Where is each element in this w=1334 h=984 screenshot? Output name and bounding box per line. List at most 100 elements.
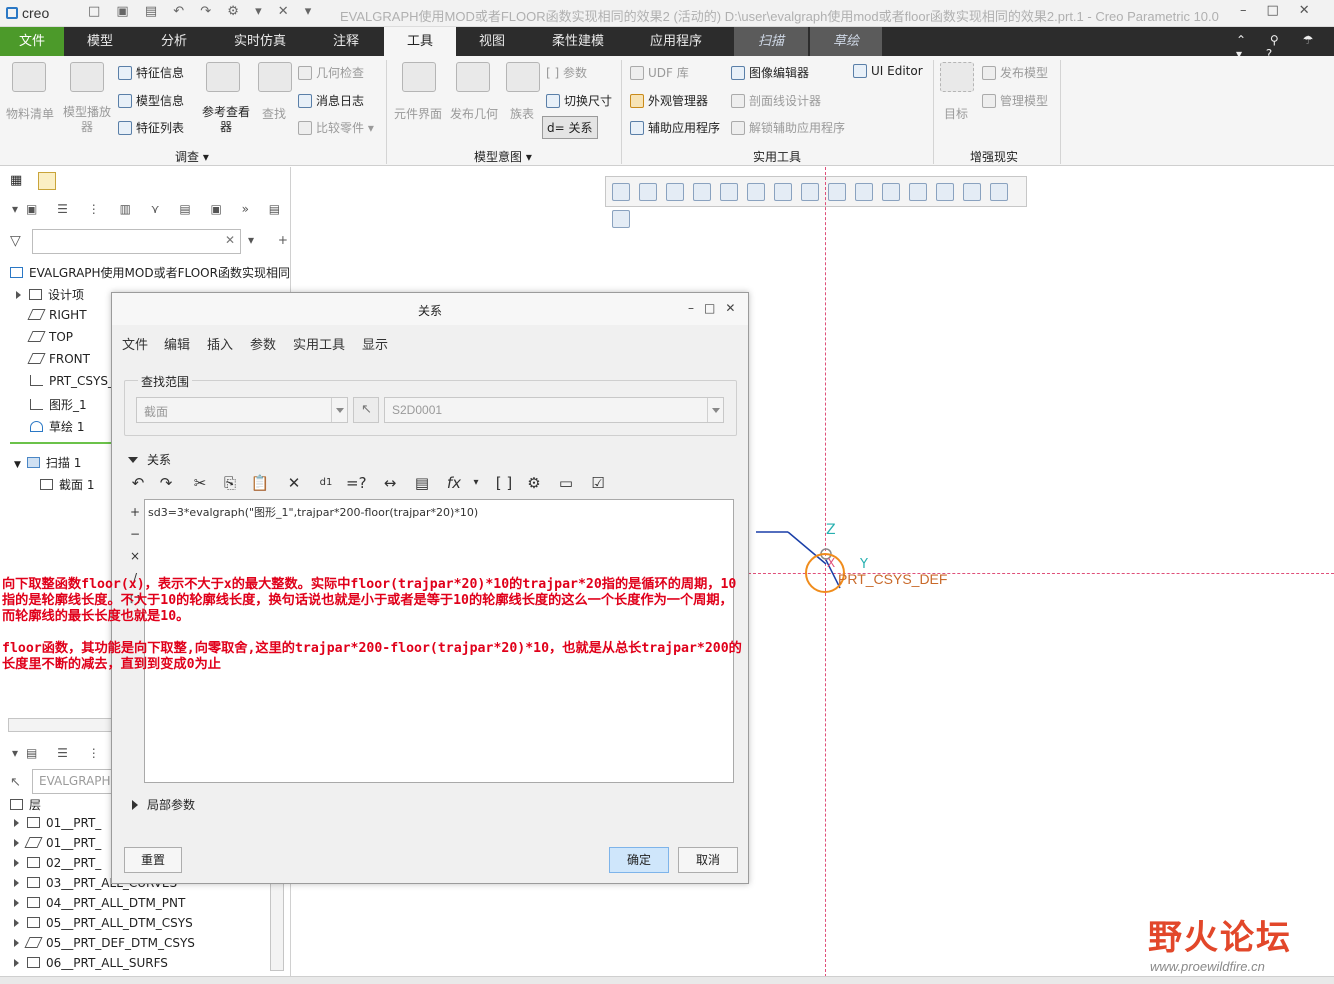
model-info-button[interactable]: 模型信息 xyxy=(118,92,184,109)
tree-item-top[interactable]: TOP xyxy=(27,330,73,344)
find-icon[interactable] xyxy=(258,62,292,92)
reference-viewer-button[interactable]: 参考查看器 xyxy=(201,105,251,135)
parameters-button[interactable]: [ ] 参数 xyxy=(546,64,587,81)
menu-insert[interactable]: 插入 xyxy=(207,334,233,353)
tab-model[interactable]: 模型 xyxy=(64,27,136,56)
cut-icon[interactable]: ✂ xyxy=(190,473,210,493)
refit-icon[interactable] xyxy=(612,183,630,201)
evaluate-icon[interactable]: =? xyxy=(346,473,367,493)
tab-tools[interactable]: 工具 xyxy=(384,27,456,56)
spin-center-icon[interactable] xyxy=(909,183,927,201)
tab-analysis[interactable]: 分析 xyxy=(136,27,212,56)
insert-dimension-icon[interactable]: ↔ xyxy=(380,473,400,493)
tab-annotate[interactable]: 注释 xyxy=(308,27,384,56)
layer-toolbar[interactable]: ▾▤ ☰ ⋮ xyxy=(12,746,108,760)
sort-icon[interactable]: ▤ xyxy=(412,473,432,493)
component-interface-icon[interactable] xyxy=(402,62,436,92)
tree-root[interactable]: EVALGRAPH使用MOD或者FLOOR函数实现相同 xyxy=(10,264,290,281)
tree-item-graph[interactable]: 图形_1 xyxy=(30,396,87,413)
tab-view[interactable]: 视图 xyxy=(456,27,528,56)
function-dropdown-icon[interactable]: ▾ xyxy=(466,473,486,493)
reset-button[interactable]: 重置 xyxy=(124,847,182,873)
relations-section-header[interactable]: 关系 xyxy=(128,451,171,468)
switch-dimensions-button[interactable]: 切换尺寸 xyxy=(546,92,612,109)
menu-show[interactable]: 显示 xyxy=(362,334,388,353)
ok-button[interactable]: 确定 xyxy=(609,847,669,873)
tab-file[interactable]: 文件 xyxy=(0,27,64,56)
undo-icon[interactable]: ↶ xyxy=(128,473,148,493)
check-icon[interactable]: ☑ xyxy=(588,473,608,493)
unlock-auxiliary-button[interactable]: 解锁辅助应用程序 xyxy=(731,119,845,136)
menu-file[interactable]: 文件 xyxy=(122,334,148,353)
geometry-check-button[interactable]: 几何检查 xyxy=(298,64,364,81)
dialog-header[interactable]: 关系 –□✕ xyxy=(112,293,748,325)
dialog-window-controls[interactable]: –□✕ xyxy=(688,301,745,315)
family-table-button[interactable]: 族表 xyxy=(510,105,534,122)
clear-icon[interactable]: ✕ xyxy=(225,233,235,247)
model-player-icon[interactable] xyxy=(70,62,104,92)
function-icon[interactable]: fx xyxy=(444,473,464,493)
quick-access-toolbar[interactable]: □ ▣ ▤ ↶ ↷ ⚙ ▾ ✕ ▾ xyxy=(88,4,317,19)
sort-relations-icon[interactable]: ▭ xyxy=(556,473,576,493)
pause-icon[interactable] xyxy=(990,183,1008,201)
saved-orientations-icon[interactable] xyxy=(747,183,765,201)
udf-library-button[interactable]: UDF 库 xyxy=(630,64,689,81)
reference-viewer-icon[interactable] xyxy=(206,62,240,92)
layer-item[interactable]: 01__PRT_ xyxy=(14,816,101,830)
layer-item[interactable]: 02__PRT_ xyxy=(14,856,101,870)
hatch-designer-button[interactable]: 剖面线设计器 xyxy=(731,92,821,109)
perspective-icon[interactable] xyxy=(801,183,819,201)
menu-utilities[interactable]: 实用工具 xyxy=(293,334,345,353)
find-button[interactable]: 查找 xyxy=(262,105,286,122)
datum-display-icon[interactable] xyxy=(855,183,873,201)
tree-item-sketch[interactable]: 草绘 1 xyxy=(30,418,84,435)
feature-info-button[interactable]: 特征信息 xyxy=(118,64,184,81)
model-player-button[interactable]: 模型播放器 xyxy=(62,105,112,135)
cancel-button[interactable]: 取消 xyxy=(678,847,738,873)
local-parameters-header[interactable]: 局部参数 xyxy=(132,796,195,813)
view-manager-icon[interactable] xyxy=(774,183,792,201)
publish-geometry-button[interactable]: 发布几何 xyxy=(450,105,498,122)
delete-icon[interactable]: ✕ xyxy=(284,473,304,493)
minus-button[interactable]: − xyxy=(129,523,141,545)
tree-item-design-items[interactable]: 设计项 xyxy=(16,286,84,303)
tree-item-sweep[interactable]: ▼ 扫描 1 xyxy=(14,454,81,471)
copy-icon[interactable]: ⎘ xyxy=(220,473,240,493)
annotation-display-icon[interactable] xyxy=(882,183,900,201)
look-in-item-select[interactable]: S2D0001 xyxy=(384,397,724,423)
model-tree-tab-icon[interactable]: ▦ xyxy=(10,173,22,188)
publish-geometry-icon[interactable] xyxy=(456,62,490,92)
multiply-button[interactable]: × xyxy=(129,545,141,567)
select-item-button[interactable]: ↖ xyxy=(353,397,379,423)
tree-item-csys[interactable]: PRT_CSYS_ xyxy=(30,374,114,388)
group-model-intent[interactable]: 模型意图 ▾ xyxy=(474,148,532,165)
section-icon[interactable] xyxy=(828,183,846,201)
feature-list-button[interactable]: 特征列表 xyxy=(118,119,184,136)
family-table-icon[interactable] xyxy=(506,62,540,92)
tree-item-section[interactable]: 截面 1 xyxy=(40,476,94,493)
parameters-icon[interactable]: [ ] xyxy=(494,473,514,493)
menu-parameters[interactable]: 参数 xyxy=(250,334,276,353)
verify-icon[interactable]: ⚙ xyxy=(524,473,544,493)
play-icon[interactable] xyxy=(612,210,630,228)
appearance-icon[interactable] xyxy=(963,183,981,201)
bom-button[interactable]: 物料清单 xyxy=(6,105,54,122)
bom-icon[interactable] xyxy=(12,62,46,92)
plus-button[interactable]: + xyxy=(129,501,141,523)
tab-live-simulation[interactable]: 实时仿真 xyxy=(212,27,308,56)
layer-item[interactable]: 06__PRT_ALL_SURFS xyxy=(14,956,168,970)
paste-icon[interactable]: 📋 xyxy=(250,473,270,493)
tree-toolbar[interactable]: ▾▣ ☰ ⋮ ▥ ⋎ ▤ ▣ » ▤ xyxy=(12,202,288,216)
target-button[interactable]: 目标 xyxy=(944,105,968,122)
sketch-view-icon[interactable] xyxy=(936,183,954,201)
relation-line[interactable]: sd3=3*evalgraph("图形_1",trajpar*200-floor… xyxy=(148,504,478,520)
tab-sweep[interactable]: 扫描 xyxy=(734,27,808,56)
group-investigate[interactable]: 调查 ▾ xyxy=(175,148,209,165)
window-controls[interactable]: –□✕ xyxy=(1240,3,1330,18)
tree-item-right[interactable]: RIGHT xyxy=(27,308,87,322)
ui-editor-button[interactable]: UI Editor xyxy=(853,64,923,78)
look-in-type-select[interactable]: 截面 xyxy=(136,397,348,423)
tree-item-front[interactable]: FRONT xyxy=(27,352,90,366)
tree-filter-options[interactable]: ▾ + xyxy=(248,233,298,247)
redo-icon[interactable]: ↷ xyxy=(156,473,176,493)
